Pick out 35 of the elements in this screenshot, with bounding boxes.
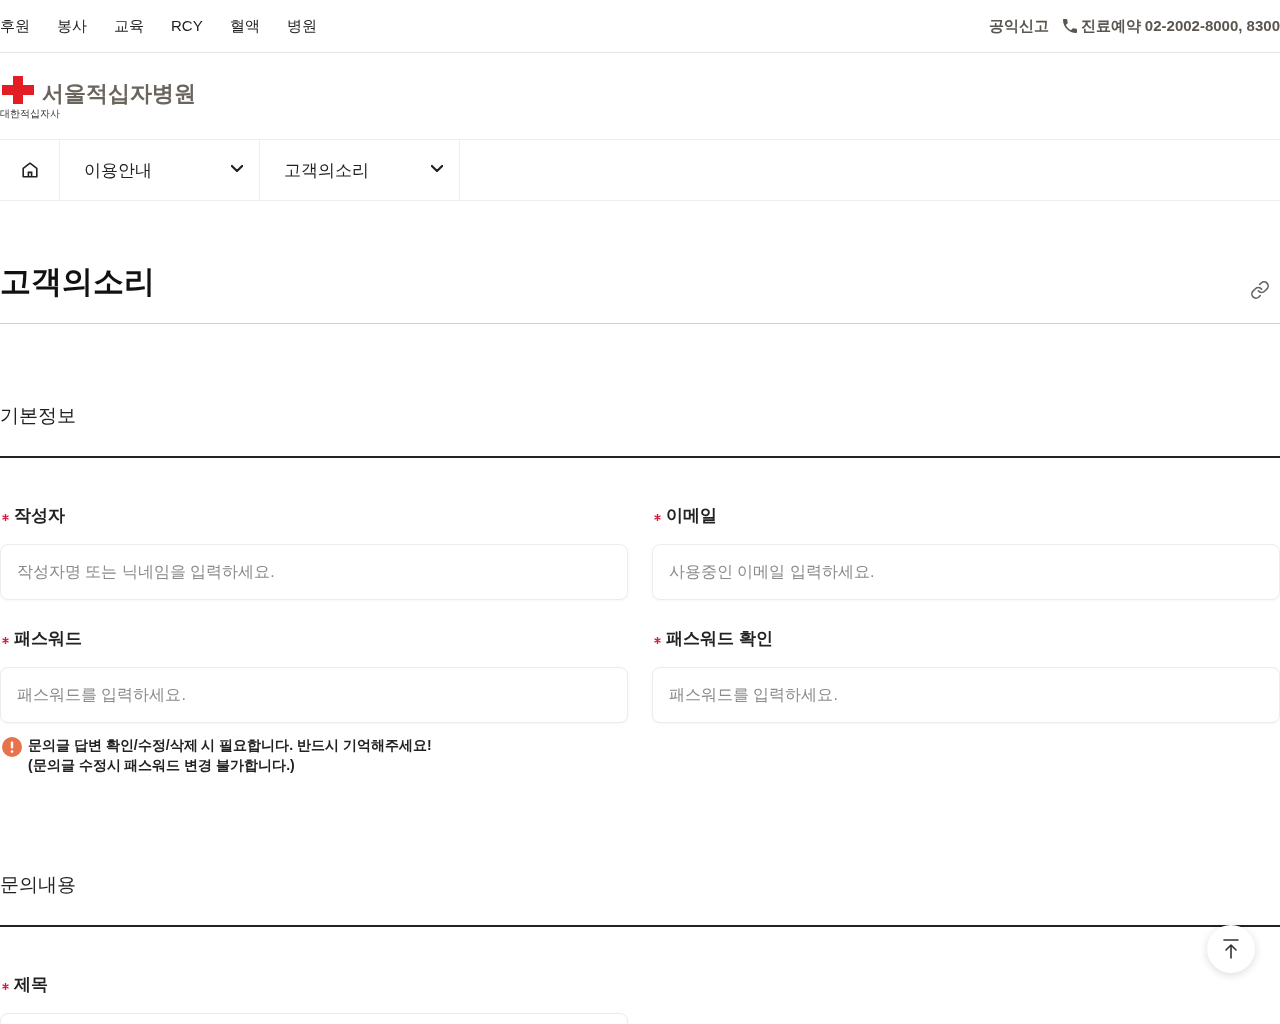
field-label: 제목	[14, 974, 48, 996]
section-title: 문의내용	[0, 873, 77, 897]
top-nav-link[interactable]: 후원	[0, 16, 30, 36]
top-nav-link[interactable]: 병원	[286, 16, 317, 36]
report-link[interactable]: 공익신고	[988, 16, 1049, 36]
scroll-to-top-button[interactable]	[1207, 925, 1255, 973]
copy-link-button[interactable]	[1248, 278, 1272, 302]
section-title: 기본정보	[0, 404, 77, 428]
field-label: 패스워드 확인	[666, 628, 773, 650]
password-notice: 문의글 답변 확인/수정/삭제 시 필요합니다. 반드시 기억해주세요! (문의글 수정시 패스워드 변경 불가합니다.)	[28, 736, 432, 775]
input-field[interactable]: 사용중인 이메일 입력하세요.	[652, 544, 1280, 600]
reservation-phone-text: 진료예약 02-2002-8000, 8300	[1080, 16, 1280, 36]
location-dropdown[interactable]: 고객의소리	[260, 140, 460, 200]
page-title: 고객의소리	[0, 263, 155, 301]
top-nav-link[interactable]: 봉사	[57, 16, 87, 36]
logo-org-text: 대한적십자사	[0, 106, 60, 121]
field-label: 작성자	[14, 505, 65, 527]
phone-icon	[1062, 19, 1077, 33]
field-label: 이메일	[666, 505, 717, 527]
logo-name: 서울적십자병원	[42, 80, 196, 107]
field-label: 패스워드	[14, 628, 82, 650]
location-dropdown[interactable]: 이용안내	[60, 140, 260, 200]
home-icon	[21, 162, 38, 178]
top-nav-link[interactable]: 혈액	[229, 16, 260, 36]
link-icon	[1251, 281, 1269, 299]
top-nav-link[interactable]: RCY	[171, 16, 203, 36]
chevron-down-icon	[431, 164, 443, 172]
arrow-up-icon	[1223, 939, 1239, 959]
cross-emblem-icon	[2, 75, 34, 104]
input-field[interactable]: 작성자명 또는 닉네임을 입력하세요.	[0, 544, 628, 600]
hospital-logo[interactable]: 서울적십자병원 대한적십자사	[0, 75, 196, 121]
input-field[interactable]: 패스워드를 입력하세요.	[652, 667, 1280, 723]
top-nav-link[interactable]: 교육	[114, 16, 144, 36]
input-field[interactable]: 패스워드를 입력하세요.	[0, 667, 628, 723]
chevron-down-icon	[231, 164, 243, 172]
